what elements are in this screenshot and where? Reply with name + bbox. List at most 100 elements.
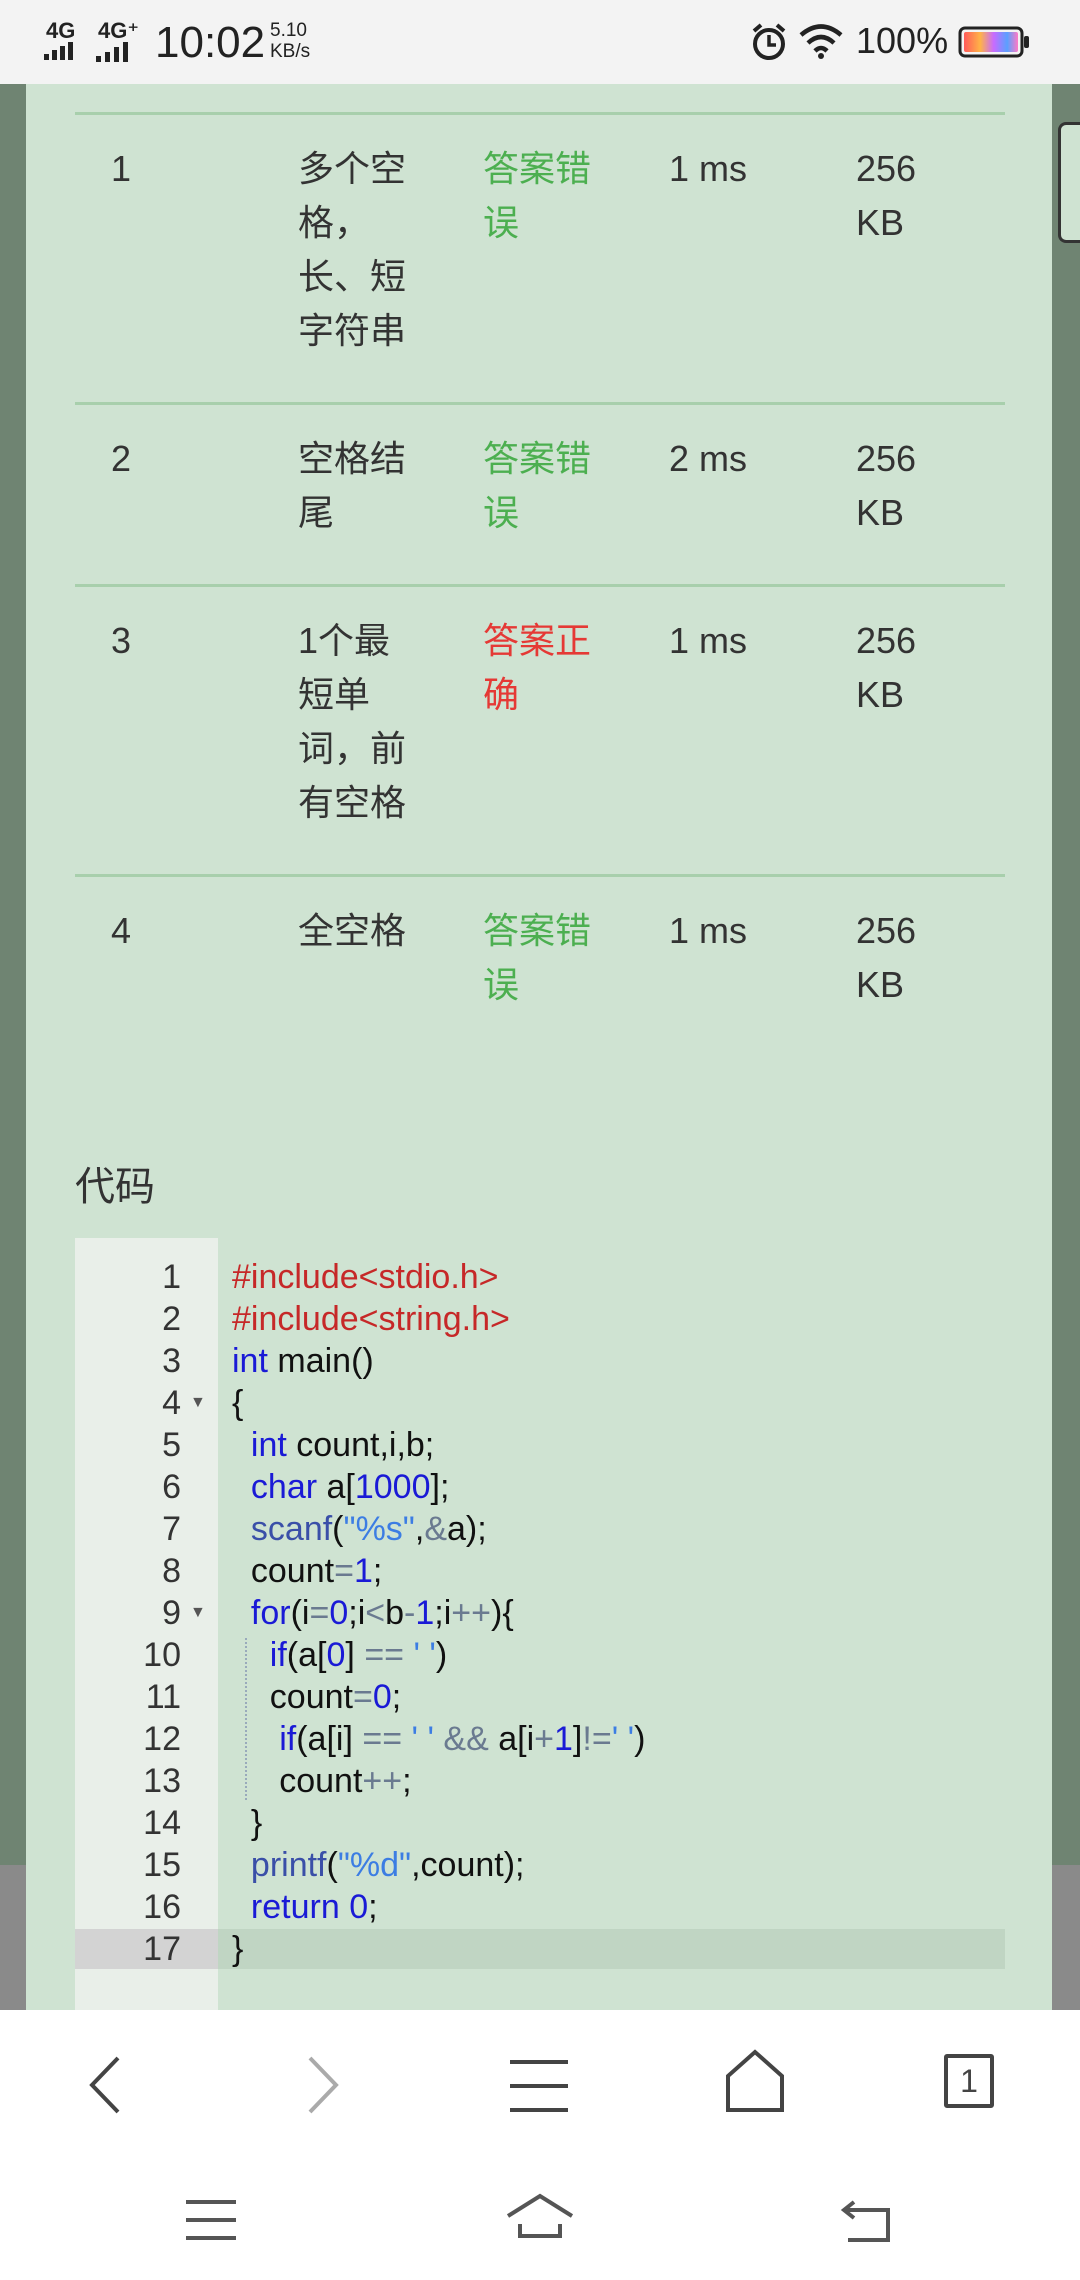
code-token: ;i	[348, 1594, 366, 1632]
test-name-line: 尾	[298, 492, 335, 533]
code-token: count,i,b;	[286, 1426, 435, 1464]
code-line: #include<string.h>	[232, 1298, 510, 1340]
indent-guide	[245, 1638, 247, 1800]
code-section-title: 代码	[75, 1165, 155, 1209]
submission-result-panel: 1 多个空 格， 长、短 字符串 答案错误 1 ms 256 KB 2 空格结尾答案错误 2 ms 25…	[26, 84, 1052, 2010]
line-number: 11	[145, 1678, 181, 1716]
battery-icon	[958, 26, 1029, 58]
code-token: +	[534, 1720, 554, 1758]
test-time: 2 ms	[669, 438, 748, 479]
line-number: 5	[162, 1426, 181, 1464]
test-memory-line: KB	[856, 202, 905, 243]
network-speed: 5.10 KB/s	[270, 20, 310, 62]
code-token: =	[352, 1678, 373, 1716]
back-icon[interactable]	[80, 2050, 130, 2120]
code-token: return	[250, 1888, 340, 1926]
code-token: ,	[414, 1510, 425, 1548]
code-token: int	[232, 1342, 268, 1380]
line-number: 8	[162, 1552, 181, 1590]
row-divider	[75, 112, 1005, 115]
code-token: ' '	[611, 1720, 635, 1758]
code-token: "%d"	[337, 1846, 412, 1884]
test-number: 2	[111, 438, 132, 479]
test-name-line: 全空格	[298, 910, 407, 951]
test-time: 1 ms	[669, 148, 748, 189]
active-line-highlight	[218, 1929, 1005, 1969]
test-name-line: 短单	[298, 674, 371, 715]
code-token: }	[232, 1804, 263, 1842]
menu-icon[interactable]	[508, 2058, 570, 2114]
fold-toggle-icon[interactable]: ▼	[190, 1604, 206, 1622]
code-token: &&	[443, 1720, 489, 1758]
code-line: {	[232, 1382, 243, 1424]
test-result: 答案错误	[483, 904, 603, 1012]
code-token: 1	[554, 1720, 573, 1758]
code-token: scanf	[250, 1510, 333, 1548]
test-time: 1 ms	[669, 620, 748, 661]
code-token: !=	[582, 1720, 612, 1758]
code-token: #include	[232, 1258, 359, 1296]
back-icon[interactable]	[840, 2196, 896, 2244]
code-line: int count,i,b;	[232, 1424, 434, 1466]
test-name-line: 词，前	[298, 728, 407, 769]
line-number: 17	[143, 1930, 181, 1968]
code-token: <	[365, 1594, 386, 1632]
fold-toggle-icon[interactable]: ▼	[190, 1394, 206, 1412]
test-memory: 256 KB	[856, 614, 936, 722]
code-line: }	[232, 1802, 262, 1844]
code-token: #include	[232, 1300, 359, 1338]
test-result: 答案错误	[483, 142, 603, 250]
test-name-line: 格，	[298, 202, 371, 243]
test-memory: 256 KB	[856, 142, 936, 250]
browser-toolbar: 1	[0, 2010, 1080, 2160]
tabs-icon[interactable]: 1	[944, 2054, 994, 2108]
code-token: 0	[326, 1636, 346, 1674]
code-token: a[i	[488, 1720, 535, 1758]
code-token: -	[404, 1594, 416, 1632]
recent-apps-icon[interactable]	[184, 2198, 238, 2242]
code-token: count	[232, 1678, 353, 1716]
home-icon[interactable]	[724, 2048, 786, 2114]
code-token: if	[269, 1636, 287, 1674]
code-token: ]	[572, 1720, 583, 1758]
code-token: b	[385, 1594, 405, 1632]
test-memory: 256 KB	[856, 904, 936, 1012]
code-token: <string.h>	[358, 1300, 510, 1338]
test-name-line: 空格结	[298, 438, 407, 479]
scroll-handle[interactable]	[1058, 122, 1080, 243]
code-token: &	[424, 1510, 448, 1548]
code-line: return 0;	[232, 1886, 378, 1928]
test-memory-line: KB	[856, 492, 905, 533]
speed-value: 5.10	[270, 20, 307, 41]
code-viewer[interactable]: 1 #include<stdio.h> 2 #include<string.h> 3 in…	[75, 1238, 1005, 2010]
test-number: 1	[111, 148, 132, 189]
test-memory-line: 256	[856, 148, 917, 189]
line-number: 6	[162, 1468, 181, 1506]
code-token: ++	[362, 1762, 403, 1800]
test-name: 多个空 格， 长、短 字符串	[298, 142, 418, 358]
code-line: count=0;	[232, 1676, 401, 1718]
test-number: 3	[111, 620, 132, 661]
code-token: 1	[353, 1552, 373, 1590]
code-token: for	[250, 1594, 291, 1632]
code-token: 1	[415, 1594, 435, 1632]
code-line: if(a[i] == ' ' && a[i+1]!=' ')	[232, 1718, 645, 1760]
code-token: ];	[430, 1468, 450, 1506]
forward-icon[interactable]	[298, 2050, 348, 2120]
line-number: 10	[143, 1636, 181, 1674]
code-token: ++	[451, 1594, 492, 1632]
line-number: 14	[143, 1804, 181, 1842]
home-icon[interactable]	[504, 2190, 576, 2242]
wifi-icon	[799, 24, 843, 59]
line-number: 15	[143, 1846, 181, 1884]
code-token: ==	[362, 1720, 403, 1758]
code-token: )	[435, 1636, 448, 1674]
row-divider	[75, 402, 1005, 405]
code-token: if	[279, 1720, 297, 1758]
code-token: 0	[349, 1888, 369, 1926]
code-token: }	[232, 1930, 244, 1968]
test-result-line: 答案正	[483, 620, 592, 661]
